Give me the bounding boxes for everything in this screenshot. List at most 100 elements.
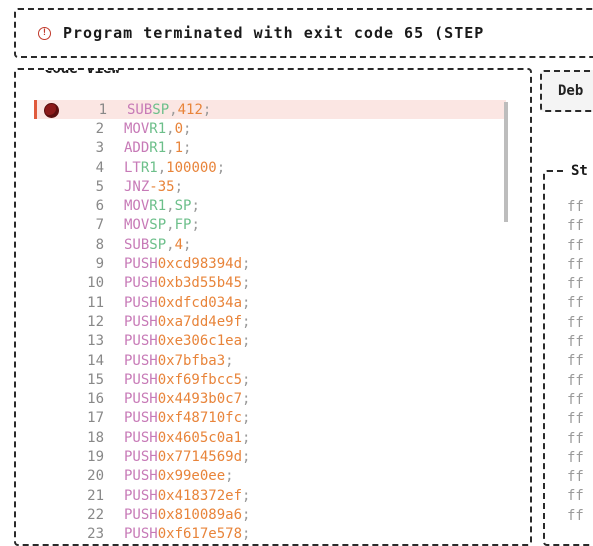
register-operand: R1 bbox=[149, 140, 167, 157]
number-operand: -35 bbox=[149, 178, 175, 195]
punctuation: ; bbox=[174, 178, 184, 195]
code-line[interactable]: 23 PUSH 0xf617e578; bbox=[34, 525, 506, 540]
punctuation: , bbox=[166, 198, 175, 215]
breakpoint-gutter[interactable] bbox=[34, 505, 60, 524]
opcode: SUB bbox=[124, 236, 150, 253]
breakpoint-gutter[interactable] bbox=[34, 525, 60, 540]
breakpoint-gutter[interactable] bbox=[34, 312, 60, 331]
breakpoint-gutter[interactable] bbox=[34, 467, 60, 486]
breakpoint-gutter[interactable] bbox=[34, 332, 60, 351]
code-line[interactable]: 18 PUSH 0x4605c0a1; bbox=[34, 428, 506, 447]
punctuation: ; bbox=[242, 448, 251, 465]
opcode: PUSH bbox=[124, 429, 158, 446]
breakpoint-gutter[interactable] bbox=[34, 216, 60, 235]
breakpoint-gutter[interactable] bbox=[34, 389, 60, 408]
line-number: 17 bbox=[87, 410, 104, 427]
stack-row: ff bbox=[567, 314, 584, 331]
tab-debug[interactable]: Deb bbox=[540, 70, 593, 112]
breakpoint-gutter[interactable] bbox=[34, 254, 60, 273]
register-operand: R1 bbox=[149, 120, 167, 137]
breakpoint-gutter[interactable] bbox=[34, 447, 60, 466]
code-line[interactable]: 9 PUSH 0xcd98394d; bbox=[34, 254, 506, 273]
stack-row: ff bbox=[567, 256, 584, 273]
code-line[interactable]: 16 PUSH 0x4493b0c7; bbox=[34, 389, 506, 408]
breakpoint-gutter[interactable] bbox=[34, 409, 60, 428]
breakpoint-gutter[interactable] bbox=[34, 196, 60, 215]
punctuation: ; bbox=[242, 333, 251, 350]
number-operand: 1 bbox=[174, 140, 184, 157]
code-line[interactable]: 14 PUSH 0x7bfba3; bbox=[34, 351, 506, 370]
line-number: 7 bbox=[95, 217, 104, 234]
breakpoint-gutter[interactable] bbox=[34, 119, 60, 138]
breakpoint-dot-icon[interactable] bbox=[44, 103, 59, 118]
opcode: JNZ bbox=[124, 178, 150, 195]
punctuation: ; bbox=[242, 294, 251, 311]
number-operand: 100000 bbox=[166, 159, 217, 176]
code-line[interactable]: 19 PUSH 0x7714569d; bbox=[34, 447, 506, 466]
stack-row: ff bbox=[567, 295, 584, 312]
stack-row: ff bbox=[567, 469, 584, 486]
punctuation: ; bbox=[225, 352, 234, 369]
breakpoint-gutter[interactable] bbox=[34, 486, 60, 505]
register-operand: FP bbox=[174, 217, 192, 234]
code-line[interactable]: 17 PUSH 0xf48710fc; bbox=[34, 409, 506, 428]
breakpoint-gutter[interactable] bbox=[34, 370, 60, 389]
code-line[interactable]: 3 ADD R1, 1; bbox=[34, 139, 506, 158]
breakpoint-gutter[interactable] bbox=[34, 428, 60, 447]
tab-debug-label: Deb bbox=[558, 83, 584, 99]
number-operand: 0xcd98394d bbox=[157, 256, 243, 273]
punctuation: ; bbox=[183, 236, 192, 253]
punctuation: ; bbox=[216, 159, 226, 176]
code-line[interactable]: 5 JNZ -35; bbox=[34, 177, 506, 196]
opcode: PUSH bbox=[124, 487, 158, 504]
number-operand: 0xb3d55b45 bbox=[157, 275, 243, 292]
breakpoint-gutter[interactable] bbox=[34, 274, 60, 293]
line-number: 6 bbox=[95, 198, 104, 215]
number-operand: 0xa7dd4e9f bbox=[157, 313, 243, 330]
breakpoint-gutter[interactable] bbox=[37, 100, 63, 119]
code-line[interactable]: 15 PUSH 0xf69fbcc5; bbox=[34, 370, 506, 389]
opcode: MOV bbox=[124, 217, 150, 234]
number-operand: 0x99e0ee bbox=[157, 468, 226, 485]
code-line[interactable]: 12 PUSH 0xa7dd4e9f; bbox=[34, 312, 506, 331]
breakpoint-gutter[interactable] bbox=[34, 139, 60, 158]
code-scrollbar[interactable] bbox=[504, 102, 508, 222]
code-line[interactable]: 21 PUSH 0x418372ef; bbox=[34, 486, 506, 505]
punctuation: , bbox=[166, 140, 175, 157]
code-view-title: Code View bbox=[38, 70, 126, 77]
code-line[interactable]: 10 PUSH 0xb3d55b45; bbox=[34, 274, 506, 293]
number-operand: 0x7bfba3 bbox=[157, 352, 226, 369]
code-line[interactable]: 7 MOV SP, FP; bbox=[34, 216, 506, 235]
punctuation: ; bbox=[183, 120, 192, 137]
opcode: PUSH bbox=[124, 506, 158, 523]
code-line[interactable]: 6 MOV R1, SP; bbox=[34, 196, 506, 215]
line-number: 8 bbox=[95, 236, 104, 253]
breakpoint-gutter[interactable] bbox=[34, 177, 60, 196]
number-operand: 412 bbox=[177, 101, 203, 118]
punctuation: ; bbox=[242, 256, 251, 273]
code-line[interactable]: 2 MOV R1, 0; bbox=[34, 119, 506, 138]
breakpoint-gutter[interactable] bbox=[34, 235, 60, 254]
breakpoint-gutter[interactable] bbox=[34, 158, 60, 177]
punctuation: ; bbox=[242, 391, 251, 408]
breakpoint-gutter[interactable] bbox=[34, 293, 60, 312]
line-number: 9 bbox=[95, 256, 104, 273]
number-operand: 0x810089a6 bbox=[157, 506, 243, 523]
code-line[interactable]: 22 PUSH 0x810089a6; bbox=[34, 505, 506, 524]
line-number: 20 bbox=[87, 468, 104, 485]
line-number: 21 bbox=[87, 487, 104, 504]
register-operand: R1 bbox=[149, 198, 167, 215]
opcode: PUSH bbox=[124, 313, 158, 330]
stack-row: ff bbox=[567, 334, 584, 351]
code-line[interactable]: 20 PUSH 0x99e0ee; bbox=[34, 467, 506, 486]
code-line[interactable]: 1 SUB SP, 412; bbox=[34, 100, 506, 120]
code-line[interactable]: 8 SUB SP, 4; bbox=[34, 235, 506, 254]
punctuation: ; bbox=[242, 526, 251, 540]
code-line[interactable]: 4 LT R1, 100000; bbox=[34, 158, 506, 177]
number-operand: 0 bbox=[174, 120, 184, 137]
number-operand: 0xf48710fc bbox=[157, 410, 243, 427]
code-line[interactable]: 11 PUSH 0xdfcd034a; bbox=[34, 293, 506, 312]
code-line[interactable]: 13 PUSH 0xe306c1ea; bbox=[34, 332, 506, 351]
breakpoint-gutter[interactable] bbox=[34, 351, 60, 370]
opcode: PUSH bbox=[124, 410, 158, 427]
